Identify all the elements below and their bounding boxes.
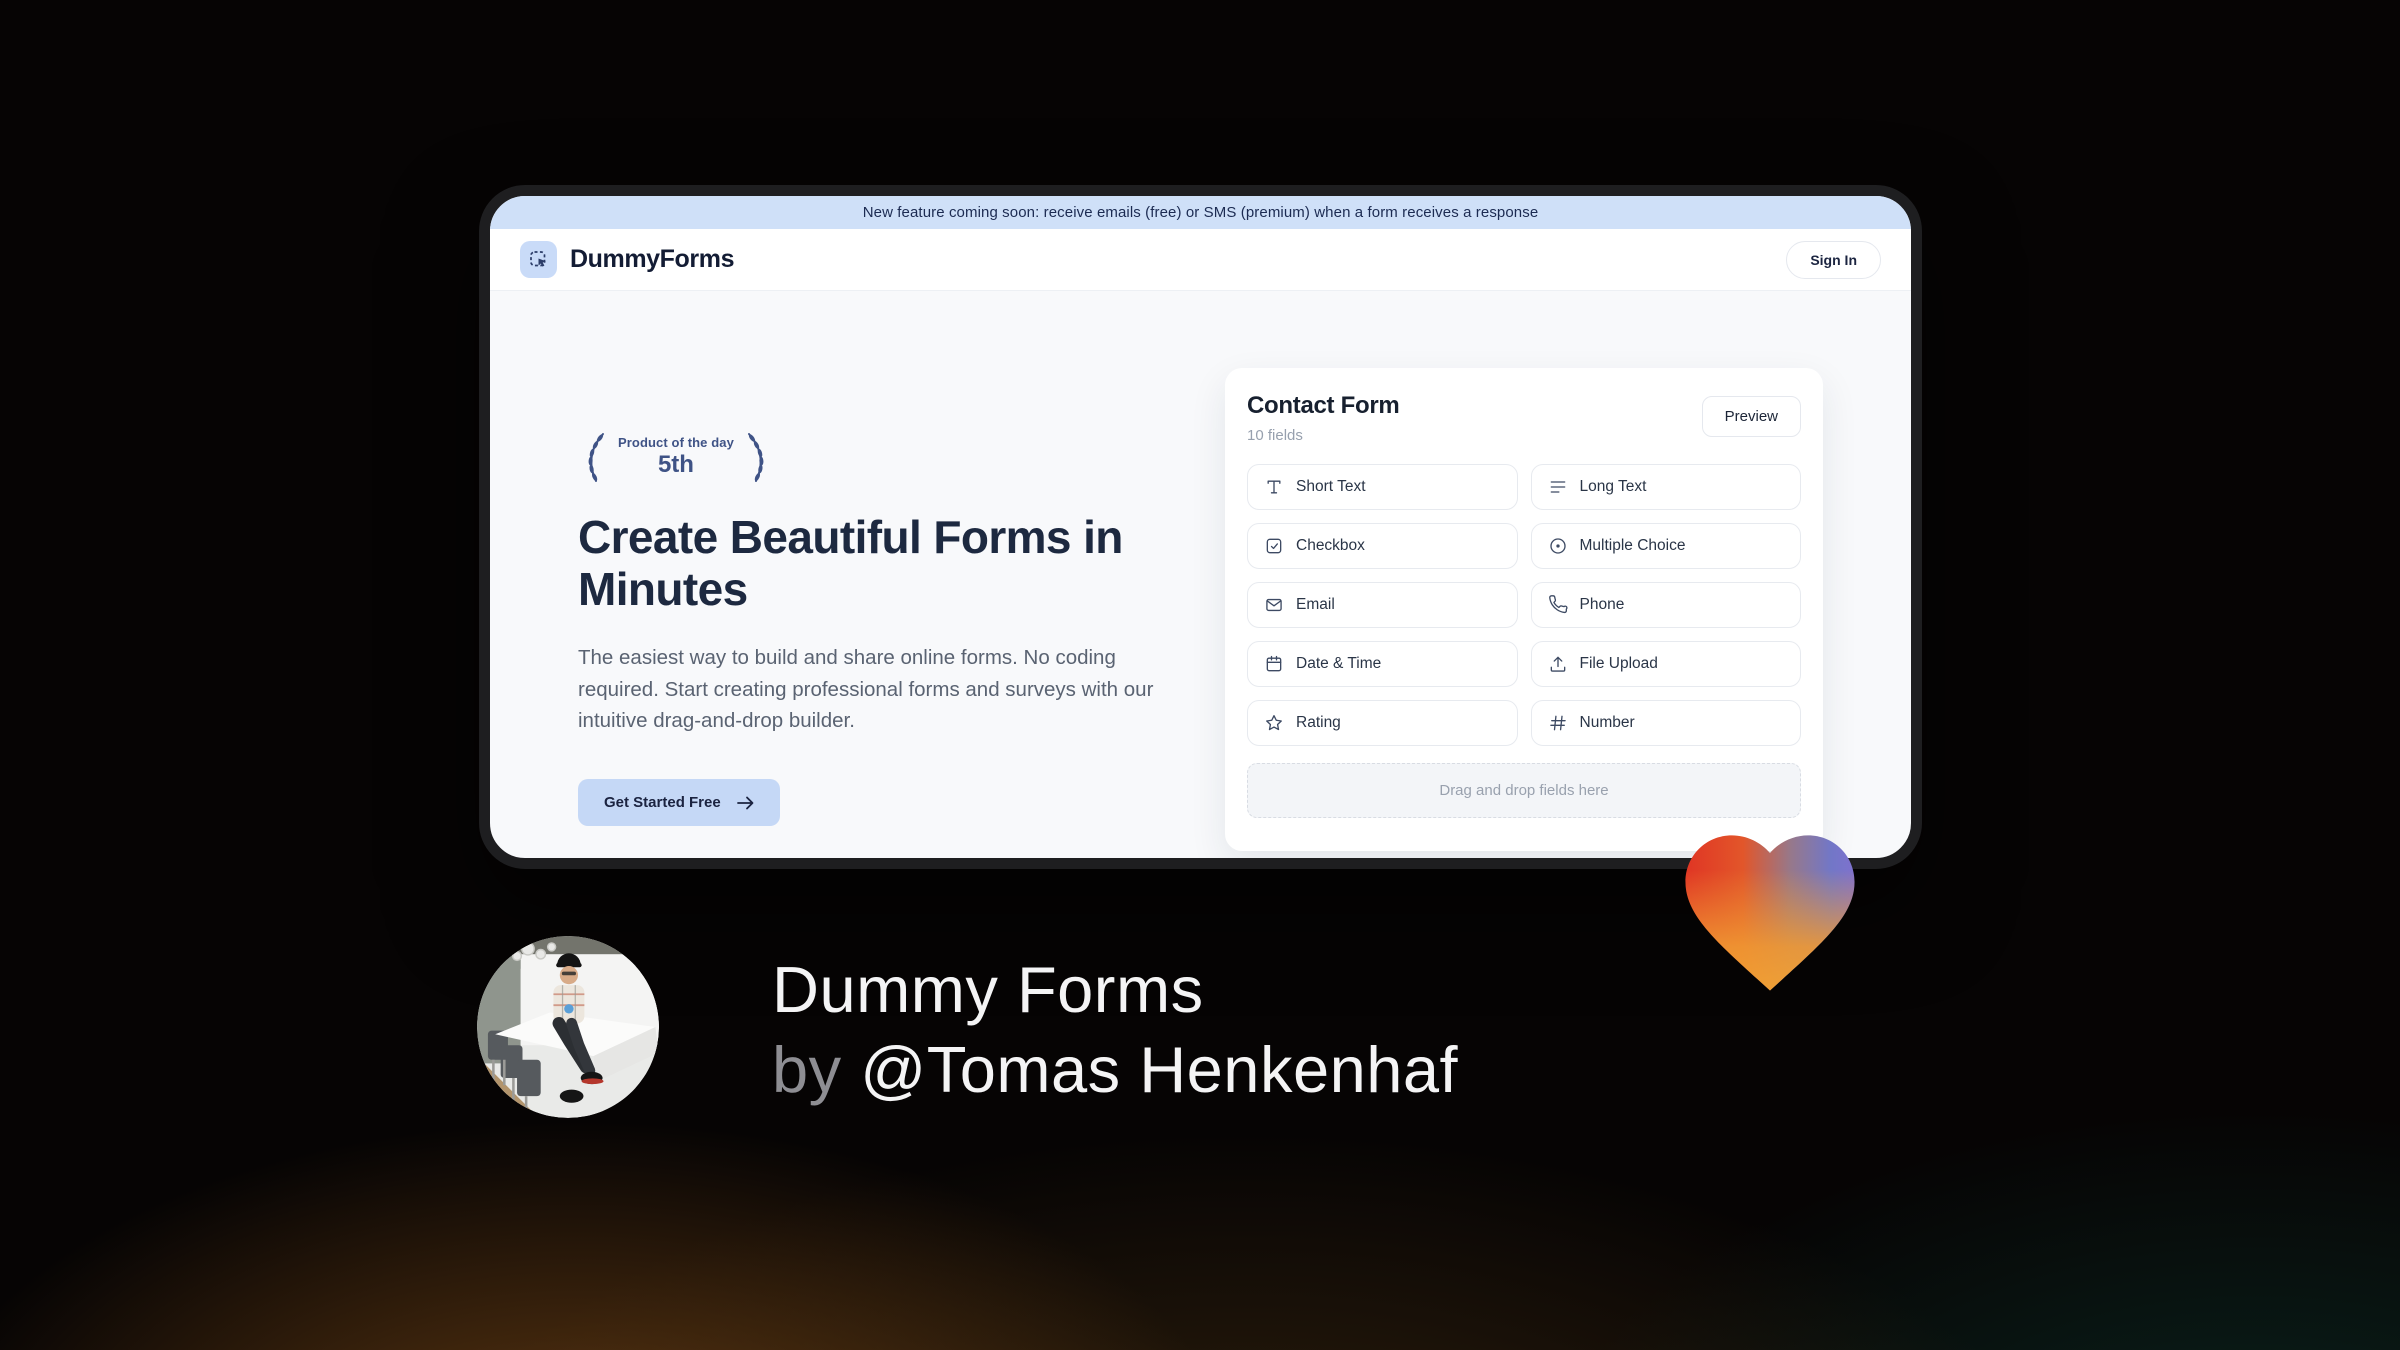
brand-name: DummyForms	[570, 245, 735, 273]
award-text: Product of the day 5th	[618, 435, 734, 479]
author-avatar	[477, 936, 659, 1118]
sign-in-button[interactable]: Sign In	[1786, 240, 1881, 279]
field-type-rating[interactable]: Rating	[1247, 700, 1518, 746]
hero-title: Create Beautiful Forms in Minutes	[578, 511, 1123, 616]
field-type-label: Rating	[1296, 714, 1341, 731]
caption-by: by	[772, 1033, 861, 1106]
announcement-text: New feature coming soon: receive emails …	[862, 204, 1539, 221]
field-type-checkbox[interactable]: Checkbox	[1247, 523, 1518, 569]
main-content: Product of the day 5th Create Beautiful …	[490, 291, 1911, 858]
product-hunt-heart-icon	[1668, 810, 1872, 996]
number-icon	[1548, 713, 1568, 733]
drag-drop-text: Drag and drop fields here	[1439, 782, 1609, 799]
arrow-right-icon	[736, 796, 754, 810]
card-header-text: Contact Form 10 fields	[1247, 392, 1400, 444]
field-type-number[interactable]: Number	[1530, 700, 1801, 746]
get-started-button[interactable]: Get Started Free	[578, 779, 780, 827]
preview-button[interactable]: Preview	[1701, 396, 1801, 437]
rating-icon	[1264, 713, 1284, 733]
site-header: DummyForms Sign In	[490, 229, 1911, 291]
field-type-multiple-choice[interactable]: Multiple Choice	[1530, 523, 1801, 569]
browser-window: New feature coming soon: receive emails …	[479, 185, 1922, 869]
field-type-date-time[interactable]: Date & Time	[1247, 641, 1518, 687]
award-rank: 5th	[657, 451, 694, 478]
email-icon	[1264, 595, 1284, 615]
field-type-label: Phone	[1579, 596, 1625, 613]
laurel-left-icon	[578, 429, 608, 485]
product-of-the-day-badge: Product of the day 5th	[578, 429, 774, 485]
phone-icon	[1548, 595, 1568, 615]
field-type-phone[interactable]: Phone	[1530, 582, 1801, 628]
field-type-label: Checkbox	[1296, 537, 1365, 554]
multiple-choice-icon	[1548, 536, 1568, 556]
caption-author: @Tomas Henkenhaf	[860, 1033, 1459, 1106]
brand: DummyForms	[520, 241, 734, 278]
announcement-banner: New feature coming soon: receive emails …	[490, 196, 1911, 229]
field-type-label: Number	[1579, 714, 1635, 731]
hero-section: Product of the day 5th Create Beautiful …	[578, 429, 1163, 827]
form-field-count: 10 fields	[1247, 427, 1303, 444]
laurel-right-icon	[744, 429, 774, 485]
field-type-label: Multiple Choice	[1579, 537, 1686, 554]
field-type-label: Short Text	[1296, 478, 1366, 495]
form-builder-card: Contact Form 10 fields Preview Short Tex…	[1225, 368, 1823, 851]
caption-title: Dummy Forms	[772, 953, 1204, 1026]
field-type-label: Long Text	[1579, 478, 1647, 495]
field-type-label: Email	[1296, 596, 1335, 613]
field-type-grid: Short Text Long Text Checkbox Multiple Choi…	[1247, 464, 1801, 746]
field-type-file-upload[interactable]: File Upload	[1530, 641, 1801, 687]
field-type-email[interactable]: Email	[1247, 582, 1518, 628]
card-header: Contact Form 10 fields Preview	[1247, 392, 1801, 444]
caption-author-line: by @Tomas Henkenhaf	[772, 1030, 1458, 1110]
award-label: Product of the day	[618, 435, 734, 450]
brand-logo-icon	[520, 241, 557, 278]
field-type-short-text[interactable]: Short Text	[1247, 464, 1518, 510]
long-text-icon	[1548, 477, 1568, 497]
form-title: Contact Form	[1247, 392, 1400, 419]
field-type-label: Date & Time	[1296, 655, 1382, 672]
field-type-long-text[interactable]: Long Text	[1530, 464, 1801, 510]
get-started-label: Get Started Free	[604, 794, 721, 812]
date-time-icon	[1264, 654, 1284, 674]
file-upload-icon	[1548, 654, 1568, 674]
checkbox-icon	[1264, 536, 1284, 556]
short-text-icon	[1264, 477, 1284, 497]
field-type-label: File Upload	[1579, 655, 1658, 672]
caption: Dummy Forms by @Tomas Henkenhaf	[772, 950, 1458, 1110]
hero-description: The easiest way to build and share onlin…	[578, 645, 1154, 733]
